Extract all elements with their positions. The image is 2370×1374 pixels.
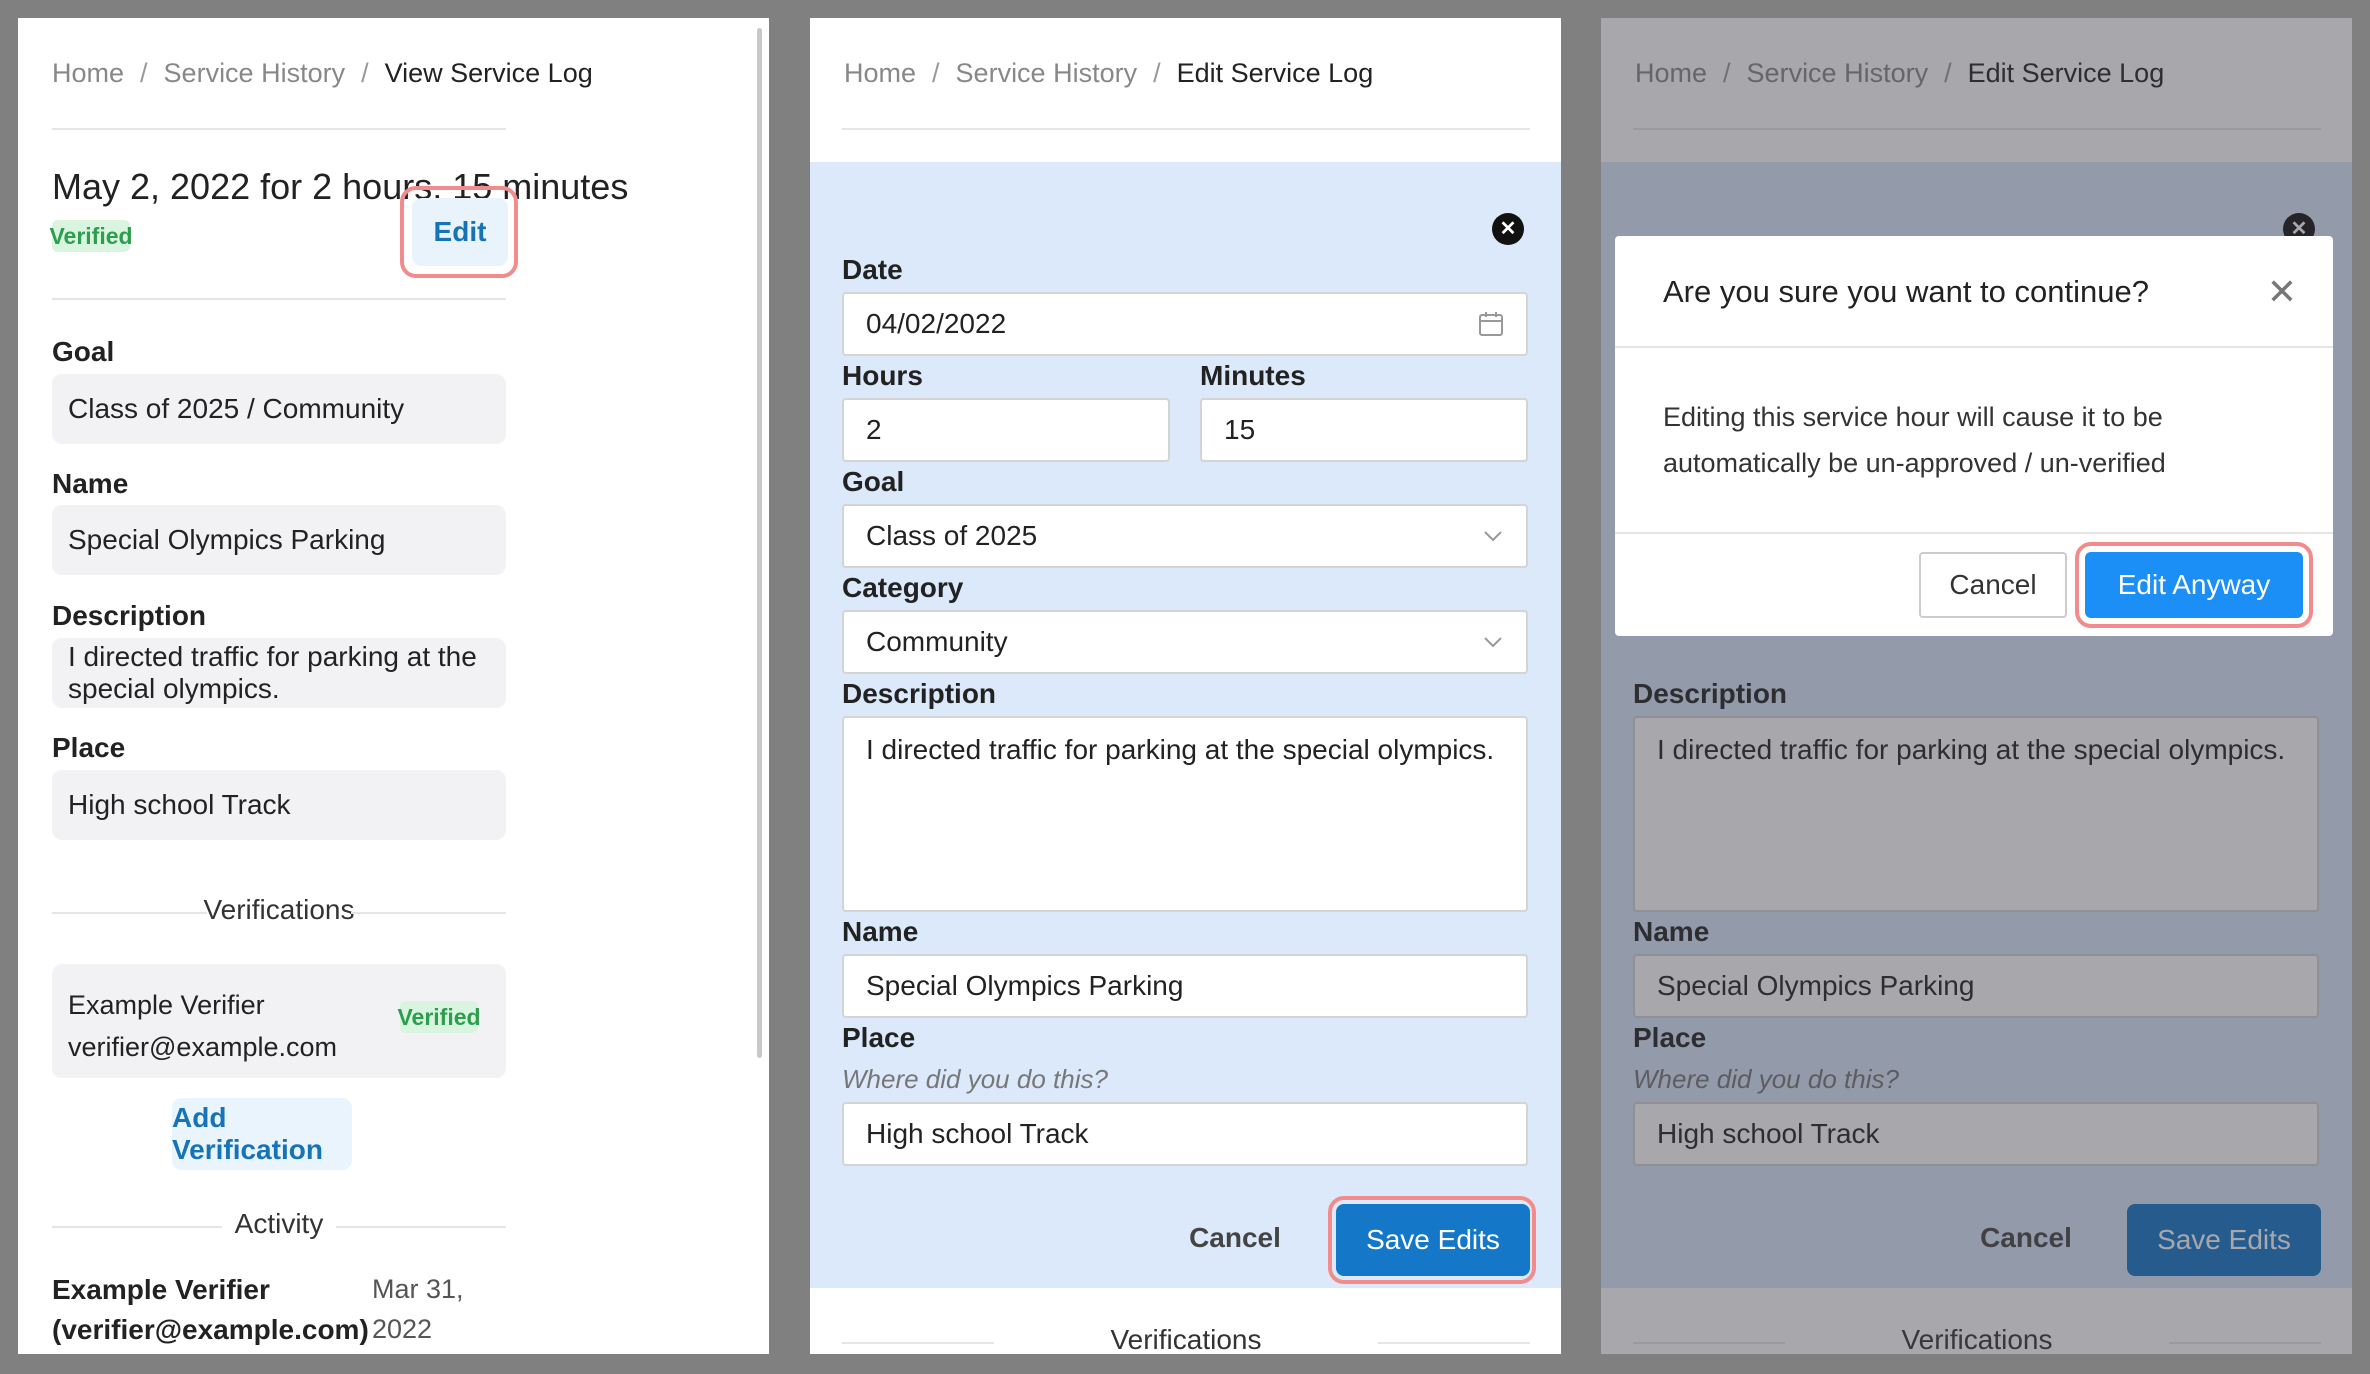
view-service-log-panel: Home / Service History / View Service Log Ma… xyxy=(18,18,769,1354)
divider xyxy=(1378,1342,1530,1344)
chevron-down-icon xyxy=(1484,637,1502,648)
edit-anyway-highlight xyxy=(2075,542,2313,628)
date-label: Date xyxy=(842,254,903,285)
activity-email: (verifier@example.com) xyxy=(52,1314,369,1345)
goal-selected-value: Class of 2025 xyxy=(866,520,1038,551)
dialog-body: Editing this service hour will cause it … xyxy=(1663,402,2166,478)
chevron-down-icon xyxy=(1484,531,1502,542)
divider xyxy=(842,128,1530,130)
description-label: Description xyxy=(52,600,207,631)
edit-form: ✕ Date 04/02/2022 Hours 2 Minutes 15 Goa… xyxy=(810,162,1561,1288)
breadcrumb-service-history[interactable]: Service History xyxy=(956,58,1138,88)
name-input[interactable]: Special Olympics Parking xyxy=(842,954,1528,1018)
activity-heading: Activity xyxy=(234,1208,324,1239)
dialog-cancel-button[interactable]: Cancel xyxy=(1919,552,2067,618)
save-button-highlight xyxy=(1328,1196,1536,1284)
activity-name: Example Verifier xyxy=(52,1274,270,1305)
breadcrumb: Home / Service History / View Service Log xyxy=(52,58,593,88)
goal-label: Goal xyxy=(52,336,115,367)
close-icon[interactable]: ✕ xyxy=(2267,274,2297,310)
status-badge: Verified xyxy=(49,220,133,252)
place-value: High school Track xyxy=(52,770,506,840)
category-selected-value: Community xyxy=(866,626,1008,657)
edit-service-log-confirm-panel: Home / Service History / Edit Service Log ✕ … xyxy=(1601,18,2352,1354)
edit-service-log-panel: Home / Service History / Edit Service Log ✕ … xyxy=(810,18,1561,1354)
activity-date: Mar 31, xyxy=(372,1274,464,1304)
description-textarea[interactable]: I directed traffic for parking at the sp… xyxy=(842,716,1528,912)
confirm-dialog: Are you sure you want to continue? ✕ Edi… xyxy=(1615,236,2333,636)
breadcrumb-home[interactable]: Home xyxy=(52,58,124,88)
goal-value: Class of 2025 / Community xyxy=(52,374,506,444)
verifications-heading: Verifications xyxy=(203,894,355,925)
minutes-label: Minutes xyxy=(1200,360,1306,391)
name-label: Name xyxy=(52,468,129,499)
dialog-title: Are you sure you want to continue? xyxy=(1663,274,2149,309)
divider xyxy=(336,1226,506,1228)
name-label: Name xyxy=(842,916,919,947)
breadcrumb: Home / Service History / Edit Service Log xyxy=(844,58,1374,88)
divider xyxy=(351,912,506,914)
verifications-heading: Verifications xyxy=(1110,1324,1262,1354)
goal-label: Goal xyxy=(842,466,905,497)
divider xyxy=(52,128,506,130)
close-circle-icon[interactable]: ✕ xyxy=(1492,213,1524,245)
name-value: Special Olympics Parking xyxy=(52,505,506,575)
divider xyxy=(1615,346,2333,348)
verifier-status-badge: Verified xyxy=(397,1001,481,1033)
place-input[interactable]: High school Track xyxy=(842,1102,1528,1166)
edit-button-highlight xyxy=(400,186,518,278)
minutes-input[interactable]: 15 xyxy=(1200,398,1528,462)
breadcrumb-current: Edit Service Log xyxy=(1176,58,1374,88)
place-hint: Where did you do this? xyxy=(842,1064,1108,1094)
description-label: Description xyxy=(842,678,997,709)
page-title: May 2, 2022 for 2 hours, 15 minutes xyxy=(52,166,629,207)
breadcrumb-service-history[interactable]: Service History xyxy=(164,58,346,88)
cancel-button[interactable]: Cancel xyxy=(1160,1204,1310,1272)
activity-year: 2022 xyxy=(372,1314,433,1344)
place-label: Place xyxy=(842,1022,916,1053)
hours-input[interactable]: 2 xyxy=(842,398,1170,462)
goal-select[interactable]: Class of 2025 xyxy=(842,504,1528,568)
divider xyxy=(1615,532,2333,534)
category-select[interactable]: Community xyxy=(842,610,1528,674)
calendar-icon[interactable] xyxy=(1478,311,1504,337)
category-label: Category xyxy=(842,572,964,603)
modal-backdrop[interactable] xyxy=(1601,18,2352,1354)
description-value: I directed traffic for parking at the sp… xyxy=(52,638,506,708)
scrollbar[interactable] xyxy=(757,28,762,1058)
divider xyxy=(52,298,506,300)
hours-label: Hours xyxy=(842,360,923,391)
date-value: 04/02/2022 xyxy=(866,308,1007,339)
breadcrumb-home[interactable]: Home xyxy=(844,58,916,88)
place-label: Place xyxy=(52,732,126,763)
breadcrumb-current: View Service Log xyxy=(384,58,593,88)
date-input[interactable]: 04/02/2022 xyxy=(842,292,1528,356)
add-verification-button[interactable]: Add Verification xyxy=(172,1098,352,1170)
